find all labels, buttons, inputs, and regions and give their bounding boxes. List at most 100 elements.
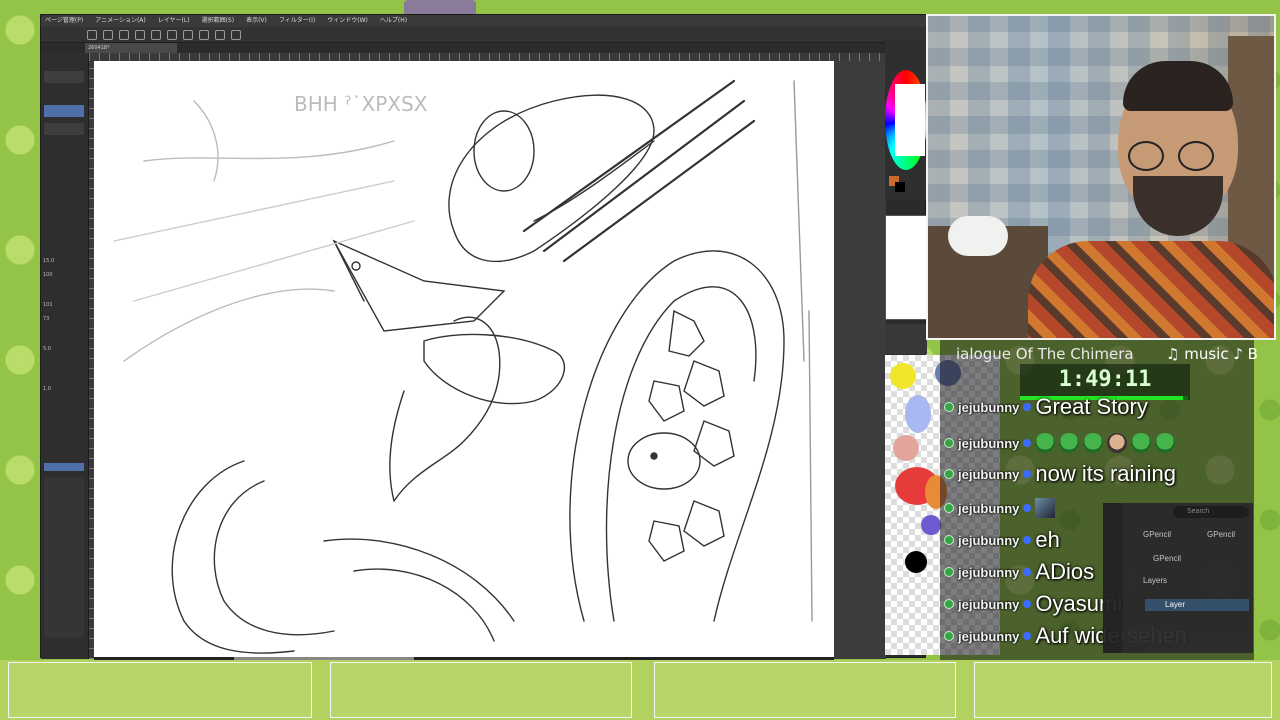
menu-animation[interactable]: アニメーション(A) (95, 15, 146, 27)
music-label: ♫ music ♪ B (1166, 345, 1258, 363)
subscriber-badge-icon (944, 469, 954, 479)
selected-tool[interactable] (44, 105, 84, 117)
density-value[interactable]: 101 (43, 301, 87, 309)
breadcrumb-second[interactable]: GPencil (1207, 529, 1235, 541)
document-tab[interactable]: 260418* (85, 43, 177, 53)
bottom-slot-2 (330, 662, 632, 718)
subscriber-badge-icon (944, 631, 954, 641)
saturation-square[interactable] (895, 84, 925, 156)
opacity-value[interactable]: 100 (43, 271, 87, 279)
chat-username: jejubunny (958, 399, 1020, 415)
menu-selection[interactable]: 選択範囲(S) (202, 15, 235, 27)
menu-bar: ページ管理(P) アニメーション(A) レイヤー(L) 選択範囲(S) 表示(V… (41, 15, 927, 27)
tool-property-panel: 15.0 100 101 73 5.0 1.0 (41, 53, 89, 659)
outliner-panel: Search GPencil GPencil GPencil Layers La… (1103, 503, 1253, 653)
stabilization-value[interactable]: 73 (43, 315, 87, 323)
chat-username: jejubunny (958, 596, 1020, 612)
webcam-feed (926, 14, 1276, 340)
subscriber-badge-icon (944, 438, 954, 448)
bottom-slot-3 (654, 662, 956, 718)
chat-message-row: jejubunny eh (944, 525, 1060, 555)
breadcrumb-first[interactable]: GPencil (1143, 529, 1171, 541)
glasses-right-lens (1178, 141, 1214, 171)
paint-blob-black (905, 551, 927, 573)
outliner-search-input[interactable]: Search (1173, 506, 1249, 518)
new-file-icon[interactable] (87, 29, 97, 40)
clear-icon[interactable] (183, 29, 193, 40)
layer-item[interactable]: Layer (1145, 599, 1249, 611)
subscriber-badge-icon (944, 567, 954, 577)
undo-icon[interactable] (135, 29, 145, 40)
sketch-drawing: BHH ˀ˙XPXSX (113, 79, 813, 654)
layers-section-header[interactable]: Layers (1143, 575, 1167, 587)
subscriber-badge-icon (944, 402, 954, 412)
webcam-plush (948, 216, 1008, 256)
chat-username: jejubunny (958, 466, 1020, 482)
scale-value[interactable]: 1.0 (43, 385, 87, 393)
brush-size-value[interactable]: 15.0 (43, 257, 87, 265)
paint-blob-purple (921, 515, 941, 535)
size-value[interactable]: 5.0 (43, 345, 87, 353)
ruler-horizontal (89, 53, 927, 61)
transform-icon[interactable] (215, 29, 225, 40)
image-emote-icon (1035, 498, 1056, 518)
layer-panel-strip (885, 324, 927, 354)
menu-help[interactable]: ヘルプ(H) (380, 15, 407, 27)
chat-username: jejubunny (958, 564, 1020, 580)
chat-message-row: jejubunny Great Story (944, 392, 1148, 422)
chat-username: jejubunny (958, 532, 1020, 548)
save-icon[interactable] (119, 29, 129, 40)
paint-blob-pink (893, 435, 919, 461)
sub-color-swatch[interactable] (895, 182, 905, 192)
object-name[interactable]: GPencil (1153, 553, 1181, 565)
chat-username: jejubunny (958, 500, 1020, 516)
webcam-sweater (1028, 241, 1274, 338)
sketch-title-scribble: BHH ˀ˙XPXSX (294, 92, 428, 116)
chat-message-row: jejubunny Oyasumi (944, 589, 1122, 619)
frog-emote-icon (1035, 433, 1056, 453)
frog-emote-icon (1131, 433, 1152, 453)
subtool-list[interactable] (44, 478, 84, 638)
bottom-slot-1 (8, 662, 312, 718)
frog-emote-icon (1059, 433, 1080, 453)
menu-page[interactable]: ページ管理(P) (45, 15, 83, 27)
drawing-app-window: ページ管理(P) アニメーション(A) レイヤー(L) 選択範囲(S) 表示(V… (40, 14, 927, 661)
command-bar (41, 27, 927, 43)
chat-username: jejubunny (958, 628, 1020, 644)
chat-message-row: jejubunny ADios (944, 557, 1094, 587)
frog-emote-icon (1155, 433, 1176, 453)
menu-layer[interactable]: レイヤー(L) (158, 15, 190, 27)
redo-icon[interactable] (151, 29, 161, 40)
chat-message-text: now its raining (1035, 461, 1177, 486)
selected-subtool[interactable] (44, 463, 84, 471)
tool-button[interactable] (44, 71, 84, 83)
menu-filter[interactable]: フィルター(I) (279, 15, 315, 27)
chat-message-text: Great Story (1035, 394, 1148, 419)
menu-window[interactable]: ウィンドウ(W) (327, 15, 368, 27)
pronoun-dot-icon (1023, 439, 1032, 447)
pronoun-dot-icon (1023, 470, 1032, 478)
pronoun-dot-icon (1023, 632, 1032, 640)
canvas-gutter (834, 61, 886, 659)
menu-view[interactable]: 表示(V) (246, 15, 267, 27)
tool-button[interactable] (44, 123, 84, 135)
pronoun-dot-icon (1023, 403, 1032, 411)
pronoun-dot-icon (1023, 568, 1032, 576)
ruler-icon[interactable] (231, 29, 241, 40)
pronoun-dot-icon (1023, 600, 1032, 608)
chat-message-row: jejubunny (944, 428, 1176, 458)
chat-message-text: eh (1035, 527, 1060, 552)
glasses-left-lens (1128, 141, 1164, 171)
paint-blob-lavender (905, 395, 931, 433)
subscriber-badge-icon (944, 599, 954, 609)
subscriber-badge-icon (944, 535, 954, 545)
open-file-icon[interactable] (103, 29, 113, 40)
chat-message-row: jejubunny now its raining (944, 459, 1176, 489)
chat-message-text: ADios (1035, 559, 1095, 584)
color-wheel-panel (885, 40, 927, 200)
bottom-slot-4 (974, 662, 1272, 718)
navigator-thumbnail[interactable] (885, 215, 927, 320)
fill-icon[interactable] (199, 29, 209, 40)
settings-icon[interactable] (167, 29, 177, 40)
drawing-canvas[interactable]: BHH ˀ˙XPXSX (94, 61, 834, 657)
